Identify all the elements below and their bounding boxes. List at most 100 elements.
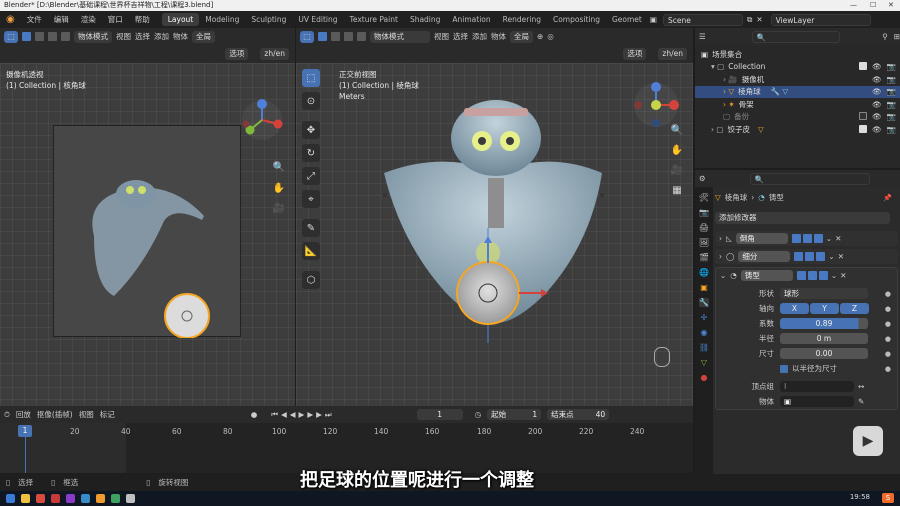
main-select-mode-icon[interactable] (318, 32, 327, 41)
pin-icon[interactable]: 📌 (883, 194, 892, 202)
outliner-row-collection[interactable]: ▾ ▢ Collection 👁 📷 (695, 61, 900, 74)
main-lang-button[interactable]: zh/en (658, 48, 687, 60)
outliner-row-armature[interactable]: › ✶ 骨架 👁 📷 (695, 98, 900, 111)
move-tool[interactable]: ✥ (302, 121, 320, 139)
proportional-edit-icon[interactable]: ◎ (547, 32, 554, 41)
left-menu-view[interactable]: 视图 (116, 31, 131, 42)
render-tab-icon[interactable]: 📷 (699, 208, 709, 217)
scene-selector[interactable]: Scene (662, 13, 743, 26)
viewlayer-selector[interactable]: ViewLayer (770, 13, 871, 26)
main-menu-select[interactable]: 选择 (453, 31, 468, 42)
app-icon-4[interactable] (111, 494, 120, 503)
properties-editor-icon[interactable]: ⚙ (699, 174, 706, 183)
select-extend-icon[interactable] (35, 32, 44, 41)
outliner-row-backup[interactable]: ▢ 备份 👁 📷 (695, 111, 900, 124)
new-collection-icon[interactable]: ⊞ (894, 32, 900, 41)
tab-layout[interactable]: Layout (161, 13, 200, 26)
zoom-icon[interactable]: 🔍 (272, 160, 286, 174)
outliner-editor-icon[interactable]: ☰ (699, 32, 706, 41)
material-tab-icon[interactable]: ● (701, 373, 708, 382)
remove-scene-icon[interactable]: ✕ (756, 15, 762, 24)
subdivision-menu-icon[interactable]: ⌄ (828, 252, 834, 261)
ortho-grid-icon[interactable]: ▦ (670, 183, 684, 197)
tab-animation[interactable]: Animation (446, 13, 496, 26)
start-icon[interactable] (6, 494, 15, 503)
main-camera-icon[interactable]: 🎥 (670, 163, 684, 177)
start-frame-field[interactable]: 起始 1 (487, 409, 542, 420)
app-icon-1[interactable] (51, 494, 60, 503)
minimize-button[interactable]: — (850, 0, 857, 11)
scale-tool[interactable]: ⤢ (302, 167, 320, 185)
main-pan-hand-icon[interactable]: ✋ (670, 143, 684, 157)
data-tab-icon[interactable]: ▽ (701, 358, 707, 367)
main-menu-view[interactable]: 视图 (434, 31, 449, 42)
cursor-tool[interactable]: ⊙ (302, 92, 320, 110)
cast-axis-z[interactable]: Z (840, 303, 869, 314)
properties-search-input[interactable]: 🔍 (749, 172, 870, 185)
left-options-button[interactable]: 选项 (225, 48, 249, 60)
menu-edit[interactable]: 编辑 (48, 14, 75, 25)
snap-icon[interactable]: ⊕ (537, 32, 543, 41)
ime-icon[interactable]: S (882, 493, 894, 503)
physics-tab-icon[interactable]: ◉ (701, 328, 708, 337)
main-menu-object[interactable]: 物体 (491, 31, 506, 42)
outliner-row-ball[interactable]: › ▽ 棱角球 🔧 ▽ 👁 📷 (695, 85, 900, 98)
cast-object-field[interactable]: ▣ (780, 396, 854, 407)
main-select-subtract-icon[interactable] (344, 32, 353, 41)
tab-compositing[interactable]: Compositing (547, 13, 606, 26)
left-orientation-dropdown[interactable]: 全局 (192, 30, 215, 43)
subdivision-name-field[interactable]: 细分 (738, 251, 791, 262)
outliner-search-input[interactable]: 🔍 (751, 30, 841, 43)
tab-sculpting[interactable]: Sculpting (245, 13, 292, 26)
eyedropper-icon[interactable]: ✎ (858, 397, 864, 406)
cast-factor-slider[interactable]: 0.89 (780, 318, 868, 329)
main-options-button[interactable]: 选项 (623, 48, 647, 60)
select-subtract-icon[interactable] (48, 32, 57, 41)
outliner-root[interactable]: ▣ 场景集合 (695, 48, 900, 61)
transform-tool[interactable]: ⌖ (302, 190, 320, 208)
constraints-tab-icon[interactable]: ⛓ (699, 343, 709, 352)
camera-view-area[interactable]: 摄像机透视 (1) Collection | 核角球 🔍 ✋ 🎥 (0, 63, 295, 406)
maximize-button[interactable]: ☐ (870, 0, 876, 11)
end-frame-field[interactable]: 结束点 40 (547, 409, 610, 420)
timeline-menu-marker[interactable]: 标记 (100, 409, 115, 420)
app-icon-3[interactable] (81, 494, 90, 503)
main-orientation-dropdown[interactable]: 全局 (510, 30, 533, 43)
cast-name-field[interactable]: 铸型 (740, 270, 793, 281)
annotate-tool[interactable]: ✎ (302, 219, 320, 237)
add-cube-tool[interactable]: ⬡ (302, 271, 320, 289)
main-mode-dropdown[interactable]: 物体模式 (370, 30, 430, 43)
modifier-subdivision[interactable]: › ◯ 细分 ⌄ ✕ (715, 249, 898, 264)
select-tool-icon[interactable]: ⬚ (4, 30, 18, 43)
timeline-menu-view[interactable]: 视图 (79, 409, 94, 420)
playhead[interactable]: 1 (18, 425, 32, 437)
subdivision-delete-icon[interactable]: ✕ (838, 252, 844, 261)
new-scene-icon[interactable]: ⧉ (747, 15, 752, 25)
left-gizmo[interactable] (240, 98, 284, 144)
video-play-overlay-icon[interactable]: ▶ (853, 426, 883, 456)
particles-tab-icon[interactable]: ✢ (701, 313, 708, 322)
explorer-icon[interactable] (21, 494, 30, 503)
left-menu-select[interactable]: 选择 (135, 31, 150, 42)
menu-render[interactable]: 渲染 (75, 14, 102, 25)
cast-delete-icon[interactable]: ✕ (840, 271, 846, 280)
bevel-delete-icon[interactable]: ✕ (835, 234, 841, 243)
pan-hand-icon[interactable]: ✋ (272, 181, 286, 195)
cast-axis-x[interactable]: X (780, 303, 809, 314)
cast-header[interactable]: ⌄ ◔ 铸型 ⌄ ✕ (716, 268, 897, 283)
app-icon-2[interactable] (66, 494, 75, 503)
left-lang-button[interactable]: zh/en (260, 48, 289, 60)
menu-file[interactable]: 文件 (21, 14, 48, 25)
camera-view-icon[interactable]: 🎥 (272, 201, 286, 215)
tool-tab-icon[interactable]: 🛠 (699, 193, 709, 202)
left-menu-add[interactable]: 添加 (154, 31, 169, 42)
main-select-invert-icon[interactable] (357, 32, 366, 41)
bevel-name-field[interactable]: 倒角 (735, 233, 788, 244)
modifier-bevel[interactable]: › ◺ 倒角 ⌄ ✕ (715, 231, 898, 246)
output-tab-icon[interactable]: 🖨 (699, 223, 709, 232)
tab-shading[interactable]: Shading (404, 13, 446, 26)
chrome-icon[interactable] (36, 494, 45, 503)
record-icon[interactable]: ● (251, 410, 258, 419)
cast-axis-y[interactable]: Y (810, 303, 839, 314)
select-box-tool[interactable]: ⬚ (302, 69, 320, 87)
